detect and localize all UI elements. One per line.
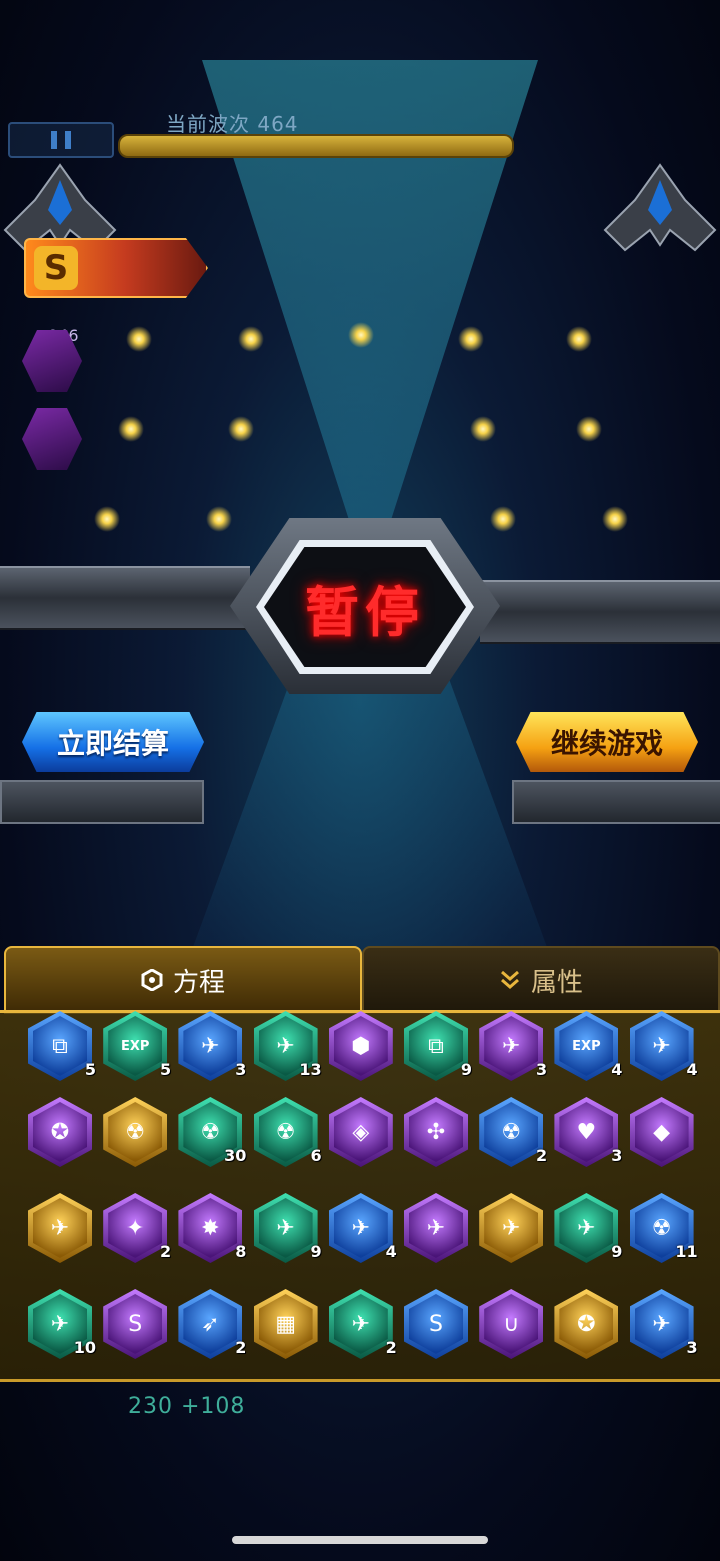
tab-formula[interactable]: 方程: [4, 946, 362, 1014]
skill-count: 2: [385, 1338, 397, 1357]
skill-count: 3: [686, 1338, 698, 1357]
trefoil-skill-icon: [22, 408, 82, 470]
skill-cell[interactable]: ✈ 3: [178, 1011, 246, 1081]
skill-cell[interactable]: ☢ 6: [253, 1097, 322, 1167]
skill-cell[interactable]: ✈: [479, 1193, 544, 1263]
wave-label: 当前波次 464: [166, 112, 299, 136]
skill-count: 9: [460, 1060, 472, 1079]
skill-count: 9: [310, 1242, 322, 1261]
skill-count: 8: [235, 1242, 247, 1261]
tab-attributes-label: 属性: [530, 967, 583, 998]
hex-ring-icon: [141, 969, 163, 991]
pause-button[interactable]: [8, 122, 114, 158]
skill-cell[interactable]: ✪: [554, 1289, 619, 1359]
wave-progress-bar: [118, 134, 514, 158]
skill-cell[interactable]: ✈ 3: [479, 1011, 547, 1081]
skill-cell[interactable]: ☢ 11: [629, 1193, 698, 1263]
skill-cell[interactable]: EXP 4: [554, 1011, 622, 1081]
star-glow: [238, 326, 264, 352]
skill-cell[interactable]: ✈ 9: [253, 1193, 322, 1263]
skill-cell[interactable]: ✈ 13: [253, 1011, 322, 1081]
wingman-ship-icon: [603, 163, 717, 252]
skill-cell[interactable]: ✈ 4: [328, 1193, 397, 1263]
skill-grid: ⧉ 5 EXP 5 ✈ 3 ✈ 13 ⬢ ⧉ 9 ✈ 3 EXP 4 ✈ 4 ✪ ☢ ☢ 30 ☢ 6 ◈ ✣ ☢ 2 ♥ 3 ◆ ✈ ✦ 2 ✸…: [0, 1010, 720, 1382]
pause-title: 暂停: [305, 580, 425, 644]
star-glow: [126, 326, 152, 352]
skill-count: 3: [536, 1060, 548, 1079]
skill-cell[interactable]: ☢: [103, 1097, 168, 1167]
skill-cell[interactable]: ➶ 2: [178, 1289, 246, 1359]
star-glow: [602, 506, 628, 532]
skill-cell[interactable]: ◈: [328, 1097, 393, 1167]
star-glow: [228, 416, 254, 442]
skill-cell[interactable]: ✪: [28, 1097, 92, 1167]
star-glow: [576, 416, 602, 442]
left-button-mount: [0, 780, 204, 824]
skill-cell[interactable]: EXP 5: [103, 1011, 171, 1081]
skill-cell[interactable]: ∪: [479, 1289, 544, 1359]
star-glow: [458, 326, 484, 352]
skill-count: 2: [536, 1146, 548, 1165]
double-chevron-icon: [500, 970, 519, 989]
star-glow: [94, 506, 120, 532]
star-glow: [470, 416, 496, 442]
score-readout: 230 +108: [128, 1394, 246, 1419]
skill-cell[interactable]: ✈ 4: [629, 1011, 698, 1081]
skill-count: 4: [686, 1060, 698, 1079]
skill-cell[interactable]: ✣: [404, 1097, 468, 1167]
star-glow: [490, 506, 516, 532]
skill-cell[interactable]: ⧉ 9: [404, 1011, 472, 1081]
skill-count: 10: [73, 1338, 96, 1357]
level-letter: S: [34, 246, 78, 290]
frame-arm-left: [0, 566, 250, 630]
continue-game-button[interactable]: 继续游戏: [516, 712, 698, 772]
star-glow: [118, 416, 144, 442]
skill-cell[interactable]: S: [103, 1289, 168, 1359]
star-glow: [348, 322, 374, 348]
settle-now-button[interactable]: 立即结算: [22, 712, 204, 772]
home-indicator[interactable]: [232, 1536, 488, 1544]
skill-count: 6: [310, 1146, 322, 1165]
skill-count: 3: [611, 1146, 623, 1165]
skill-count: 5: [84, 1060, 96, 1079]
skill-cell[interactable]: S: [404, 1289, 468, 1359]
skill-cell[interactable]: ✈ 3: [629, 1289, 698, 1359]
skill-count: 3: [235, 1060, 247, 1079]
skill-cell[interactable]: ♥ 3: [554, 1097, 622, 1167]
level-badge: S: [24, 238, 208, 298]
skill-cell[interactable]: ◆: [629, 1097, 694, 1167]
tab-attributes[interactable]: 属性: [362, 946, 720, 1014]
skill-count: 2: [235, 1338, 247, 1357]
skill-cell[interactable]: ⧉ 5: [28, 1011, 96, 1081]
skill-count: 11: [675, 1242, 698, 1261]
skill-count: 13: [299, 1060, 322, 1079]
right-button-mount: [512, 780, 720, 824]
skill-cell[interactable]: ✈ 10: [28, 1289, 96, 1359]
skill-cell[interactable]: ☢ 2: [479, 1097, 547, 1167]
skill-count: 30: [224, 1146, 247, 1165]
skill-cell[interactable]: ✈: [404, 1193, 468, 1263]
skill-count: 5: [160, 1060, 172, 1079]
skill-cell[interactable]: ✈: [28, 1193, 92, 1263]
skill-count: 2: [160, 1242, 172, 1261]
skill-count: 9: [611, 1242, 623, 1261]
skill-tabs: 方程 属性: [4, 946, 720, 1014]
star-glow: [206, 506, 232, 532]
skill-count: 4: [611, 1060, 623, 1079]
pause-title-panel: 暂停: [264, 547, 466, 667]
skill-count: 4: [385, 1242, 397, 1261]
frame-arm-right: [480, 580, 720, 644]
skill-cell[interactable]: ✦ 2: [103, 1193, 171, 1263]
skill-cell[interactable]: ✸ 8: [178, 1193, 246, 1263]
skill-cell[interactable]: ☢ 30: [178, 1097, 246, 1167]
skill-cell[interactable]: ⬢: [328, 1011, 393, 1081]
skill-cell[interactable]: ▦: [253, 1289, 318, 1359]
skill-cell[interactable]: ✈ 2: [328, 1289, 397, 1359]
tab-formula-label: 方程: [172, 967, 225, 998]
star-glow: [566, 326, 592, 352]
skill-cell[interactable]: ✈ 9: [554, 1193, 622, 1263]
pause-icon: [51, 131, 57, 149]
